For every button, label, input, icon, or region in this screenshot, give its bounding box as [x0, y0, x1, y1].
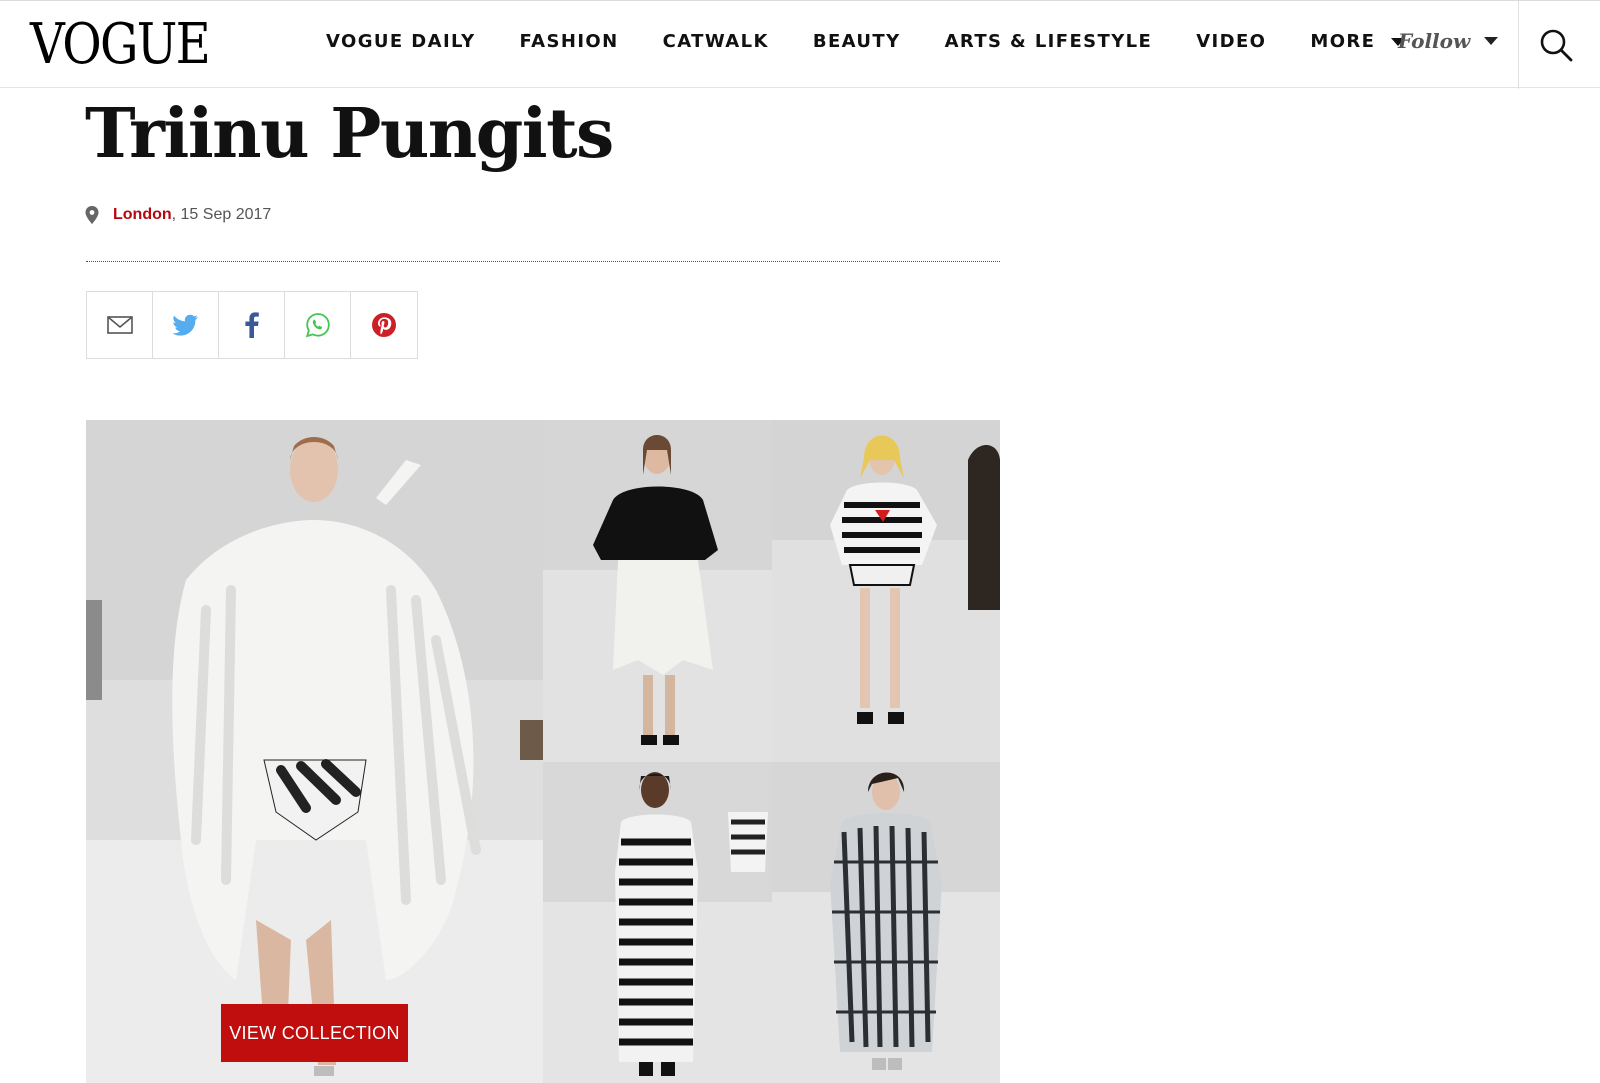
twitter-icon: [172, 314, 198, 336]
share-whatsapp-button[interactable]: [285, 292, 351, 358]
nav-arts-lifestyle-label: ARTS & LIFESTYLE: [944, 31, 1153, 52]
nav-beauty-label: BEAUTY: [812, 31, 901, 52]
share-bar: [86, 291, 418, 359]
view-collection-button[interactable]: VIEW COLLECTION: [221, 1004, 408, 1062]
location-pin-icon: [85, 206, 99, 224]
share-pinterest-button[interactable]: [351, 292, 417, 358]
vogue-logo[interactable]: VOGUE: [30, 15, 211, 75]
catwalk-photo-main[interactable]: VIEW COLLECTION: [86, 420, 543, 1083]
facebook-icon: [244, 312, 259, 338]
caret-down-icon: [1484, 37, 1499, 45]
location-link[interactable]: London: [113, 206, 172, 224]
follow-dropdown[interactable]: Follow: [1398, 29, 1499, 53]
search-button[interactable]: [1534, 23, 1578, 67]
share-twitter-button[interactable]: [153, 292, 219, 358]
dotted-divider: [86, 261, 1000, 262]
whatsapp-icon: [305, 313, 330, 338]
nav-vogue-daily[interactable]: VOGUE DAILY: [326, 31, 476, 52]
catwalk-photo-4[interactable]: [543, 762, 772, 1083]
mail-icon: [106, 316, 133, 334]
nav-vogue-daily-label: VOGUE DAILY: [326, 31, 476, 52]
follow-label: Follow: [1398, 29, 1471, 53]
nav-video[interactable]: VIDEO: [1196, 31, 1266, 52]
share-facebook-button[interactable]: [219, 292, 285, 358]
nav-catwalk-label: CATWALK: [662, 31, 769, 52]
catwalk-photo-5[interactable]: [772, 762, 1000, 1083]
site-header: VOGUE VOGUE DAILY FASHION CATWALK BEAUTY…: [0, 0, 1600, 89]
header-divider: [1518, 1, 1519, 89]
nav-more-label: MORE: [1310, 31, 1376, 52]
catwalk-gallery: VIEW COLLECTION: [86, 420, 1000, 1083]
main-nav: VOGUE DAILY FASHION CATWALK BEAUTY ARTS …: [326, 31, 1449, 52]
nav-fashion-label: FASHION: [519, 31, 619, 52]
nav-fashion[interactable]: FASHION: [520, 31, 619, 52]
nav-arts-lifestyle[interactable]: ARTS & LIFESTYLE: [945, 31, 1153, 52]
share-email-button[interactable]: [87, 292, 153, 358]
catwalk-photo-2[interactable]: [543, 420, 772, 762]
nav-video-label: VIDEO: [1196, 31, 1267, 52]
pinterest-icon: [372, 313, 396, 337]
article-date: , 15 Sep 2017: [171, 206, 272, 223]
page-title: Triinu Pungits: [85, 94, 614, 174]
nav-catwalk[interactable]: CATWALK: [663, 31, 769, 52]
nav-more[interactable]: MORE: [1310, 31, 1406, 52]
nav-beauty[interactable]: BEAUTY: [813, 31, 901, 52]
search-icon: [1540, 29, 1573, 62]
article-meta: London , 15 Sep 2017: [85, 206, 271, 224]
catwalk-photo-3[interactable]: [772, 420, 1000, 762]
